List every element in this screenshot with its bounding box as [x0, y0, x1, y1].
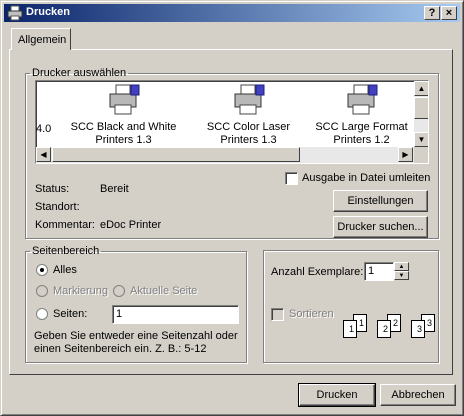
page-range-current-label: Aktuelle Seite	[130, 285, 198, 297]
printer-icon	[7, 5, 23, 21]
location-label: Standort:	[35, 201, 80, 213]
window-title: Drucken	[26, 6, 71, 18]
print-to-file-checkbox[interactable]	[285, 172, 298, 185]
collate-checkbox[interactable]	[271, 308, 284, 321]
status-label: Status:	[35, 183, 70, 195]
printer-version: Printers 1.2	[333, 134, 390, 146]
printer-item[interactable]: SCC Large Format Printers 1.2	[304, 83, 419, 147]
comment-value: eDoc Printer	[100, 219, 162, 231]
page-range-selection-label: Markierung	[53, 285, 109, 297]
scroll-thumb[interactable]	[414, 97, 428, 119]
cancel-button[interactable]: Abbrechen	[380, 384, 456, 406]
tab-general[interactable]: Allgemein	[11, 28, 71, 50]
page-range-pages-label: Seiten:	[53, 308, 88, 320]
scroll-up-icon[interactable]: ▲	[414, 81, 428, 96]
copies-stepper[interactable]: ▲ ▼	[394, 262, 409, 280]
printer-item[interactable]: SCC Color Laser Printers 1.3	[191, 83, 306, 147]
help-button[interactable]: ?	[424, 6, 440, 20]
page-range-input[interactable]: 1	[112, 305, 239, 324]
vertical-scrollbar[interactable]: ▲ ▼	[414, 81, 428, 147]
comment-label: Kommentar:	[35, 219, 95, 231]
page-range-all-radio[interactable]	[36, 264, 48, 276]
find-printer-button[interactable]: Drucker suchen...	[333, 216, 428, 238]
stepper-up-icon[interactable]: ▲	[394, 262, 409, 271]
copies-input[interactable]: 1	[364, 262, 394, 281]
scroll-down-icon[interactable]: ▼	[414, 132, 428, 147]
title-bar[interactable]: Drucken ? ×	[4, 4, 460, 22]
close-button[interactable]: ×	[441, 6, 457, 20]
printer-name: SCC Color Laser	[206, 121, 291, 133]
settings-button[interactable]: Einstellungen	[333, 190, 428, 212]
printer-name: SCC Large Format	[315, 121, 408, 133]
page-range-current-radio[interactable]	[113, 285, 125, 297]
scroll-left-icon[interactable]: ◀	[36, 147, 51, 162]
horizontal-scrollbar[interactable]: ◀ ▶	[36, 147, 414, 163]
scroll-thumb-horizontal[interactable]	[52, 147, 300, 162]
collate-label: Sortieren	[289, 308, 334, 320]
page-range-legend: Seitenbereich	[32, 245, 100, 257]
page-range-hint: Geben Sie entweder eine Seitenzahl oder …	[34, 330, 238, 355]
page-range-pages-radio[interactable]	[36, 308, 48, 320]
stepper-down-icon[interactable]: ▼	[394, 271, 409, 280]
page-range-selection-radio[interactable]	[36, 285, 48, 297]
print-button[interactable]: Drucken	[298, 383, 376, 407]
printer-icon	[234, 84, 264, 115]
copies-label: Anzahl Exemplare:	[271, 266, 364, 278]
status-value: Bereit	[100, 183, 129, 195]
printer-icon	[109, 84, 139, 115]
printer-select-legend: Drucker auswählen	[32, 67, 127, 79]
page-icon: 1	[343, 320, 357, 338]
print-dialog: Drucken ? × Allgemein Drucker auswählen …	[0, 0, 464, 416]
printer-partial-label: 4.0	[36, 123, 52, 135]
page-icon: 2	[377, 320, 391, 338]
scroll-right-icon[interactable]: ▶	[398, 147, 413, 162]
page-range-all-label: Alles	[53, 264, 77, 276]
printer-list[interactable]: 4.0 SCC Black and White Printers 1.3 SCC…	[35, 80, 429, 164]
printer-version: Printers 1.3	[220, 134, 277, 146]
printer-item[interactable]: SCC Black and White Printers 1.3	[66, 83, 181, 147]
page-icon: 3	[411, 320, 425, 338]
printer-version: Printers 1.3	[95, 134, 152, 146]
printer-name: SCC Black and White	[70, 121, 177, 133]
scroll-corner	[414, 147, 428, 163]
print-to-file-label: Ausgabe in Datei umleiten	[302, 172, 431, 184]
printer-icon	[347, 84, 377, 115]
